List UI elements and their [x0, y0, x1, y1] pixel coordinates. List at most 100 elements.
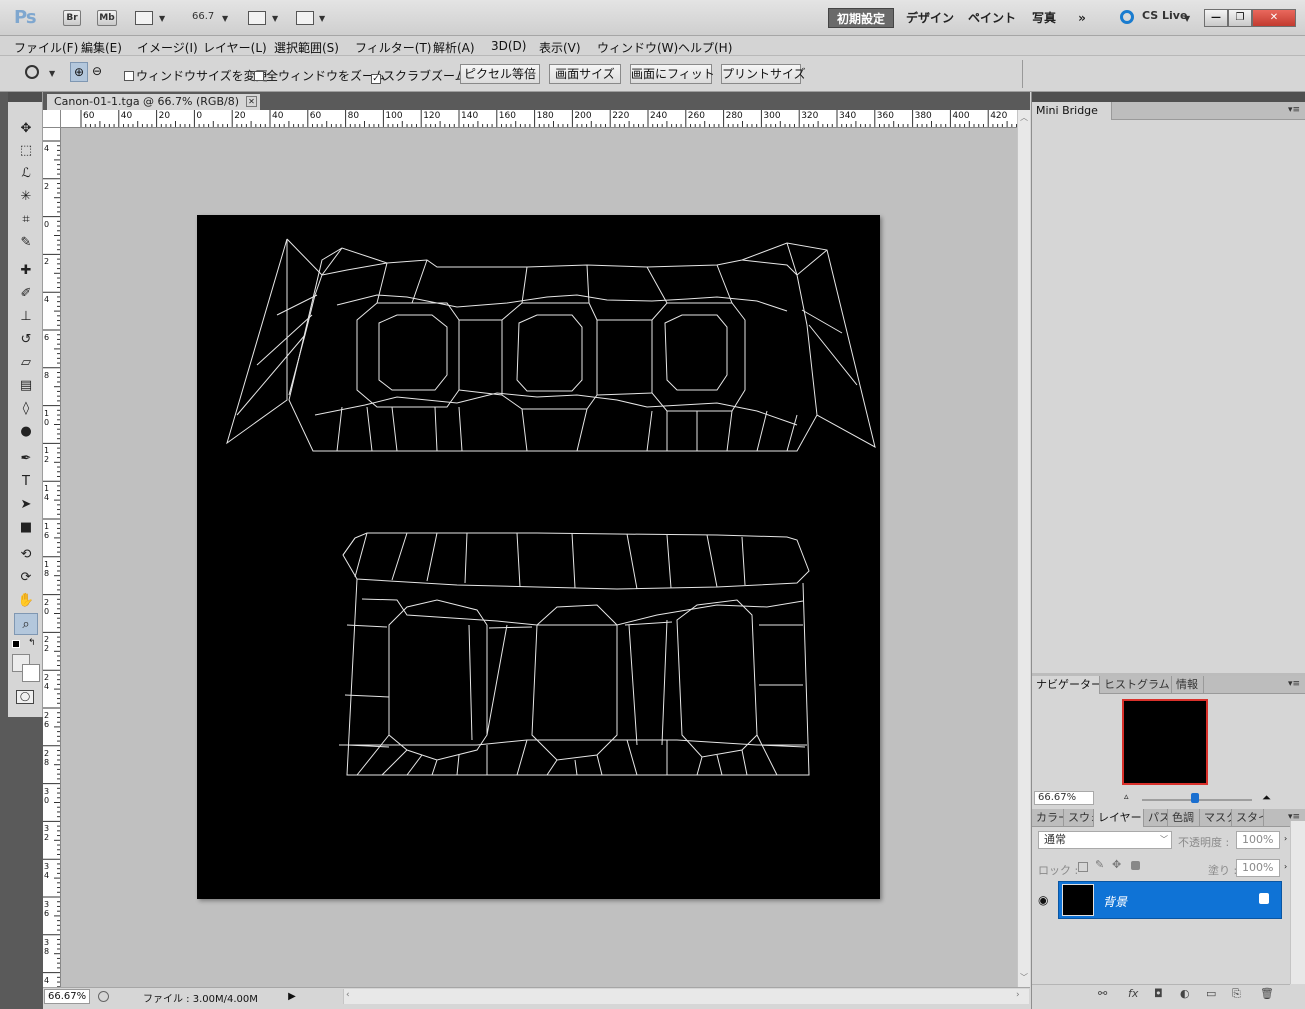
ruler-origin[interactable] [43, 110, 61, 128]
menu-analysis[interactable]: 解析(A) [433, 39, 475, 56]
type-tool-icon[interactable]: T [14, 471, 38, 493]
add-mask-icon[interactable]: ◘ [1154, 987, 1163, 1000]
brush-tool-icon[interactable]: ✐ [14, 283, 38, 305]
view-extras-icon[interactable] [248, 11, 266, 25]
maximize-button[interactable]: ❐ [1228, 9, 1252, 27]
zoom-level[interactable]: 66.7 [192, 11, 214, 22]
fill-screen-button[interactable]: 画面にフィット [630, 64, 715, 84]
default-colors-icon[interactable] [12, 640, 20, 648]
zoom-tool-preset-icon[interactable] [25, 65, 39, 79]
cs-live-button[interactable]: CS Live [1142, 9, 1187, 22]
canvas-area[interactable] [61, 128, 1017, 987]
lock-image-icon[interactable]: ✎ [1095, 858, 1104, 871]
opacity-arrow-icon[interactable]: › [1284, 834, 1287, 843]
chevron-down-icon[interactable]: ﹀ [1160, 834, 1168, 845]
crop-tool-icon[interactable]: ⌗ [14, 209, 38, 231]
menu-3d[interactable]: 3D(D) [491, 39, 526, 53]
chevron-down-icon[interactable]: ▼ [222, 14, 228, 23]
history-brush-tool-icon[interactable]: ↺ [14, 329, 38, 351]
tab-adjustments[interactable]: 色調 [1168, 809, 1200, 827]
tab-info[interactable]: 情報 [1172, 676, 1204, 694]
hand-tool-icon[interactable]: ✋ [14, 590, 38, 612]
document-canvas[interactable] [197, 215, 880, 899]
quick-select-tool-icon[interactable]: ✳ [14, 186, 38, 208]
menu-help[interactable]: ヘルプ(H) [678, 39, 732, 56]
clone-stamp-tool-icon[interactable]: ⊥ [14, 306, 38, 328]
quick-mask-icon[interactable]: ◯ [16, 690, 34, 704]
tab-color[interactable]: カラー [1032, 809, 1064, 827]
close-icon[interactable]: ✕ [246, 96, 257, 107]
workspace-paint[interactable]: ペイント [964, 8, 1020, 28]
more-workspaces-button[interactable]: » [1070, 8, 1094, 28]
actual-pixels-button[interactable]: ピクセル等倍 [460, 64, 540, 84]
menu-edit[interactable]: 編集(E) [81, 39, 122, 56]
close-window-button[interactable]: ✕ [1252, 9, 1296, 27]
screen-mode-icon[interactable] [296, 11, 314, 25]
workspace-essentials[interactable]: 初期設定 [828, 8, 894, 28]
lock-all-icon[interactable] [1131, 861, 1140, 870]
workspace-photo[interactable]: 写真 [1026, 8, 1062, 28]
blur-tool-icon[interactable]: ◊ [14, 398, 38, 420]
document-tab[interactable]: Canon-01-1.tga @ 66.7% (RGB/8) ✕ [47, 94, 260, 110]
mini-bridge-button[interactable]: Mb [97, 10, 117, 26]
panel-menu-icon[interactable]: ▾≡ [1288, 679, 1300, 689]
new-group-icon[interactable]: ▭ [1206, 987, 1216, 1000]
bridge-button[interactable]: Br [63, 10, 81, 26]
lasso-tool-icon[interactable]: ℒ [14, 163, 38, 185]
fill-field[interactable]: 100% [1236, 859, 1280, 877]
dodge-tool-icon[interactable]: ● [14, 421, 38, 443]
tab-navigator[interactable]: ナビゲーター [1032, 676, 1100, 694]
layers-scrollbar[interactable] [1290, 821, 1305, 984]
3d-rotate-tool-icon[interactable]: ⟲ [14, 544, 38, 566]
zoom-tool-icon[interactable]: ⌕ [14, 613, 38, 635]
menu-layer[interactable]: レイヤー(L) [203, 39, 267, 56]
path-select-tool-icon[interactable]: ➤ [14, 494, 38, 516]
menu-view[interactable]: 表示(V) [539, 39, 581, 56]
layer-style-icon[interactable]: fx [1128, 987, 1138, 1000]
zoom-out-small-icon[interactable]: ▵ [1124, 792, 1129, 802]
layer-visibility-eye-icon[interactable]: ◉ [1038, 893, 1048, 907]
status-menu-arrow-icon[interactable]: ▶ [286, 989, 298, 1004]
rectangle-tool-icon[interactable]: ■ [14, 517, 38, 539]
tab-mini-bridge[interactable]: Mini Bridge [1032, 102, 1112, 120]
ruler-vertical[interactable]: 42024681012141618202224262830323436384 [43, 128, 61, 987]
menu-image[interactable]: イメージ(I) [137, 39, 198, 56]
link-layers-icon[interactable]: ⚯ [1098, 987, 1107, 1000]
scroll-down-icon[interactable]: ﹀ [1020, 972, 1028, 983]
vertical-scrollbar[interactable]: ︿ ﹀ [1017, 110, 1030, 987]
eraser-tool-icon[interactable]: ▱ [14, 352, 38, 374]
tools-panel-grip[interactable] [8, 92, 42, 102]
navigator-slider-thumb[interactable] [1191, 793, 1199, 803]
fit-screen-button[interactable]: 画面サイズ [549, 64, 621, 84]
pen-tool-icon[interactable]: ✒ [14, 448, 38, 470]
menu-select[interactable]: 選択範囲(S) [274, 39, 339, 56]
zoom-in-large-icon[interactable]: ⏶ [1262, 791, 1271, 805]
print-size-button[interactable]: プリントサイズ [721, 64, 806, 84]
tab-masks[interactable]: マスク [1200, 809, 1232, 827]
tab-histogram[interactable]: ヒストグラム [1100, 676, 1172, 694]
scroll-left-icon[interactable]: ‹ [346, 990, 350, 1000]
scroll-right-icon[interactable]: › [1016, 990, 1020, 1000]
horizontal-scrollbar[interactable]: ‹ › [343, 989, 1029, 1004]
move-tool-icon[interactable]: ✥ [14, 118, 38, 140]
menu-window[interactable]: ウィンドウ(W) [597, 39, 678, 56]
arrange-documents-icon[interactable] [135, 11, 153, 25]
3d-orbit-tool-icon[interactable]: ⟳ [14, 567, 38, 589]
tab-swatches[interactable]: スウォ [1064, 809, 1094, 827]
blend-mode-select[interactable]: 通常 [1038, 831, 1172, 849]
navigator-thumbnail[interactable] [1122, 699, 1208, 785]
status-zoom-field[interactable]: 66.67% [44, 989, 90, 1004]
chevron-down-icon[interactable]: ▼ [1184, 14, 1190, 23]
tab-styles[interactable]: スタイ [1232, 809, 1264, 827]
gradient-tool-icon[interactable]: ▤ [14, 375, 38, 397]
healing-brush-tool-icon[interactable]: ✚ [14, 260, 38, 282]
chevron-down-icon[interactable]: ▼ [272, 14, 278, 23]
adjustment-layer-icon[interactable]: ◐ [1180, 987, 1190, 1000]
panel-menu-icon[interactable]: ▾≡ [1288, 105, 1300, 115]
lock-transparent-icon[interactable] [1078, 862, 1088, 872]
workspace-design[interactable]: デザイン [902, 8, 958, 28]
marquee-tool-icon[interactable]: ⬚ [14, 140, 38, 162]
menu-file[interactable]: ファイル(F) [14, 39, 78, 56]
tab-paths[interactable]: パス [1144, 809, 1168, 827]
minimize-button[interactable]: — [1204, 9, 1228, 27]
